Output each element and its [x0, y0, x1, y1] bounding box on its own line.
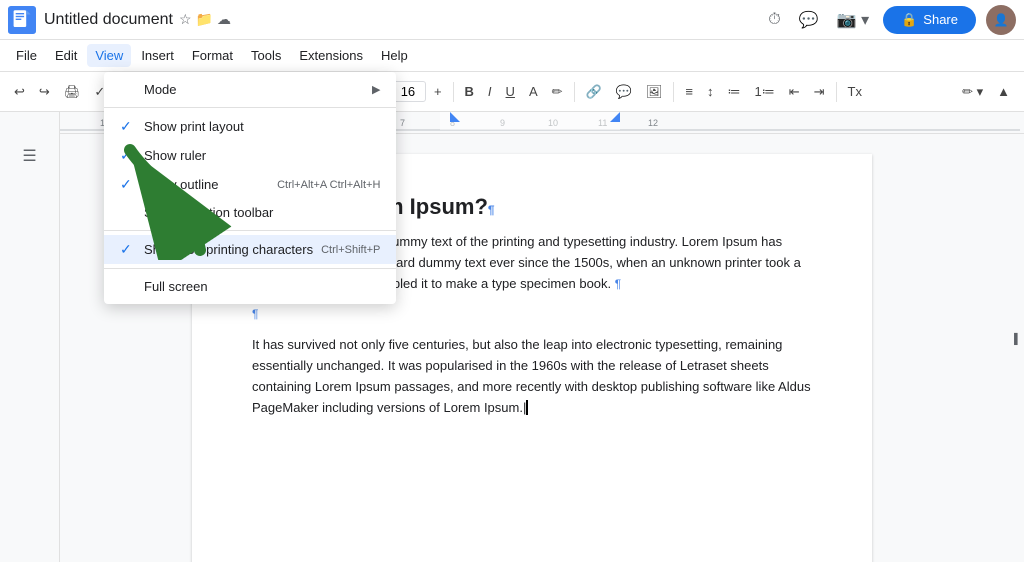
menu-item-ruler[interactable]: ✓ Show ruler	[104, 141, 396, 170]
menu-item-equation[interactable]: Show equation toolbar	[104, 199, 396, 226]
menu-item-non-printing[interactable]: ✓ Show non-printing characters Ctrl+Shif…	[104, 235, 396, 264]
menu-item-fullscreen[interactable]: Full screen	[104, 273, 396, 300]
divider-menu-3	[104, 268, 396, 269]
check-outline: ✓	[120, 176, 136, 193]
outline-shortcut: Ctrl+Alt+A Ctrl+Alt+H	[277, 179, 380, 191]
view-dropdown-menu: Mode ▶ ✓ Show print layout ✓ Show ruler …	[104, 72, 396, 304]
menu-item-mode[interactable]: Mode ▶	[104, 76, 396, 103]
check-non-printing: ✓	[120, 241, 136, 258]
divider-menu-2	[104, 230, 396, 231]
check-ruler: ✓	[120, 147, 136, 164]
menu-item-print-layout[interactable]: ✓ Show print layout	[104, 112, 396, 141]
dropdown-overlay[interactable]: Mode ▶ ✓ Show print layout ✓ Show ruler …	[0, 0, 1024, 562]
menu-item-outline[interactable]: ✓ Show outline Ctrl+Alt+A Ctrl+Alt+H	[104, 170, 396, 199]
outline-label: Show outline	[144, 177, 269, 192]
mode-label: Mode	[144, 82, 364, 97]
print-layout-label: Show print layout	[144, 119, 380, 134]
non-printing-label: Show non-printing characters	[144, 242, 313, 257]
fullscreen-label: Full screen	[144, 279, 380, 294]
divider-menu-1	[104, 107, 396, 108]
non-printing-shortcut: Ctrl+Shift+P	[321, 244, 380, 256]
equation-label: Show equation toolbar	[144, 205, 380, 220]
ruler-label: Show ruler	[144, 148, 380, 163]
arrow-icon: ▶	[372, 83, 380, 96]
check-print-layout: ✓	[120, 118, 136, 135]
